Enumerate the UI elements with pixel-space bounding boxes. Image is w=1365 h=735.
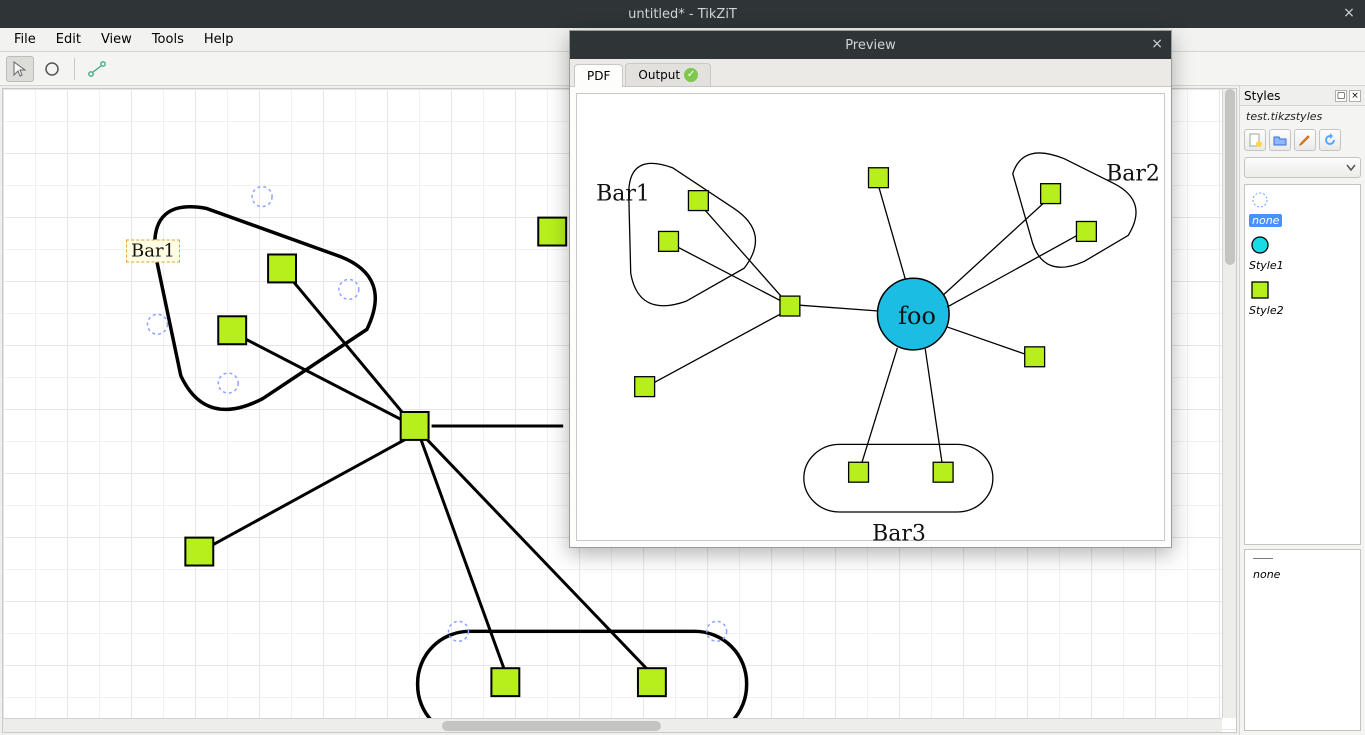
tab-label-output: Output bbox=[638, 68, 680, 82]
vertical-scrollbar-thumb[interactable] bbox=[1225, 89, 1235, 265]
style-label-style2: Style2 bbox=[1249, 304, 1284, 317]
edge-styles-list[interactable]: none bbox=[1244, 549, 1361, 731]
edge-tool-button[interactable] bbox=[83, 56, 111, 82]
styles-toolbar bbox=[1240, 127, 1365, 153]
window-titlebar: untitled* - TikZiT × bbox=[0, 0, 1365, 28]
file-new-icon bbox=[1248, 133, 1262, 147]
preview-window[interactable]: Preview × PDF Output ✓ bbox=[569, 30, 1172, 548]
style-category-dropdown[interactable] bbox=[1244, 157, 1361, 178]
preview-tabs: PDF Output ✓ bbox=[570, 59, 1171, 87]
panel-dock-icon[interactable]: ▢ bbox=[1335, 90, 1347, 102]
select-tool-button[interactable] bbox=[6, 56, 34, 82]
preview-close-button[interactable]: × bbox=[1151, 36, 1163, 52]
reload-style-button[interactable] bbox=[1319, 129, 1341, 151]
preview-svg bbox=[577, 94, 1164, 540]
menu-view[interactable]: View bbox=[91, 29, 142, 50]
style-entry-style2[interactable]: Style2 bbox=[1249, 279, 1356, 318]
style-label-style1: Style1 bbox=[1249, 259, 1284, 272]
node-tool-button[interactable] bbox=[38, 56, 66, 82]
new-style-button[interactable] bbox=[1244, 129, 1266, 151]
styles-panel: Styles ▢ × test.tikzstyles bbox=[1239, 86, 1365, 735]
success-check-icon: ✓ bbox=[684, 68, 698, 82]
menu-help[interactable]: Help bbox=[194, 29, 244, 50]
preview-canvas: Bar1 Bar2 Bar3 foo bbox=[576, 93, 1165, 541]
preview-label-bar1: Bar1 bbox=[596, 182, 650, 207]
open-style-button[interactable] bbox=[1269, 129, 1291, 151]
chevron-down-icon bbox=[1346, 164, 1356, 172]
styles-panel-header: Styles ▢ × bbox=[1240, 86, 1365, 106]
circle-icon bbox=[43, 60, 61, 78]
canvas-label-bar1[interactable]: Bar1 bbox=[126, 240, 180, 263]
panel-header-icons: ▢ × bbox=[1335, 90, 1361, 102]
window-title: untitled* - TikZiT bbox=[628, 7, 737, 22]
cursor-icon bbox=[11, 60, 29, 78]
menu-edit[interactable]: Edit bbox=[46, 29, 91, 50]
style-swatch-style1 bbox=[1249, 234, 1271, 256]
style-entry-none[interactable]: none bbox=[1249, 189, 1356, 228]
toolbar-separator bbox=[74, 58, 75, 80]
style-swatch-style2 bbox=[1249, 279, 1271, 301]
style-label-none: none bbox=[1249, 214, 1282, 227]
preview-title-text: Preview bbox=[845, 38, 896, 53]
edge-swatch-none bbox=[1253, 558, 1273, 559]
horizontal-scrollbar[interactable] bbox=[3, 718, 1222, 732]
folder-open-icon bbox=[1273, 133, 1287, 147]
menu-tools[interactable]: Tools bbox=[142, 29, 194, 50]
pencil-icon bbox=[1298, 133, 1312, 147]
menu-file[interactable]: File bbox=[4, 29, 46, 50]
edit-style-button[interactable] bbox=[1294, 129, 1316, 151]
preview-label-bar2: Bar2 bbox=[1106, 162, 1160, 187]
tikzstyles-filename: test.tikzstyles bbox=[1240, 106, 1365, 127]
preview-titlebar[interactable]: Preview × bbox=[570, 31, 1171, 59]
preview-tab-pdf[interactable]: PDF bbox=[574, 64, 623, 87]
styles-panel-title: Styles bbox=[1244, 89, 1280, 103]
preview-tab-output[interactable]: Output ✓ bbox=[625, 63, 711, 86]
preview-label-foo: foo bbox=[898, 302, 936, 330]
preview-label-bar3: Bar3 bbox=[872, 522, 926, 547]
edge-icon bbox=[87, 60, 107, 78]
horizontal-scrollbar-thumb[interactable] bbox=[442, 721, 661, 731]
panel-close-icon[interactable]: × bbox=[1349, 90, 1361, 102]
preview-body: Bar1 Bar2 Bar3 foo bbox=[570, 87, 1171, 547]
style-entry-style1[interactable]: Style1 bbox=[1249, 234, 1356, 273]
vertical-scrollbar[interactable] bbox=[1222, 89, 1236, 718]
node-styles-list[interactable]: none Style1 Style2 bbox=[1244, 184, 1361, 545]
tab-label-pdf: PDF bbox=[587, 69, 610, 83]
edge-label-none: none bbox=[1253, 568, 1280, 581]
style-swatch-none bbox=[1249, 189, 1271, 211]
refresh-icon bbox=[1323, 133, 1337, 147]
window-close-button[interactable]: × bbox=[1341, 5, 1357, 21]
